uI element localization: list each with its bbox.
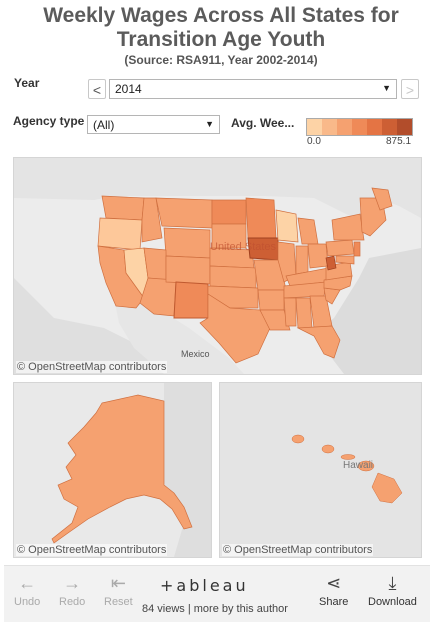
views-author-link[interactable]: 84 views | more by this author <box>142 603 288 615</box>
share-icon: ⋖ <box>326 573 342 593</box>
agency-type-label: Agency type <box>13 114 85 128</box>
legend-swatch <box>367 119 382 135</box>
legend-swatch <box>397 119 412 135</box>
map-attribution[interactable]: © OpenStreetMap contributors <box>16 544 168 556</box>
hawaii-map[interactable]: Hawaii © OpenStreetMap contributors <box>219 382 422 558</box>
legend-swatch <box>337 119 352 135</box>
main-map[interactable]: United States Mexico © OpenStreetMap con… <box>13 157 422 375</box>
state-wa <box>101 195 145 221</box>
legend-title: Avg. Wee... <box>231 116 295 130</box>
legend-min: 0.0 <box>307 136 321 147</box>
map-label-mexico: Mexico <box>181 349 210 359</box>
year-label: Year <box>14 76 40 90</box>
share-label: Share <box>319 596 349 608</box>
state-or <box>97 217 143 251</box>
tableau-logo[interactable]: +ableau <box>160 576 249 595</box>
reset-icon: ⇤ <box>110 573 126 593</box>
state-pa <box>325 239 355 257</box>
state-ut <box>143 247 167 281</box>
legend-swatch <box>322 119 337 135</box>
legend-max: 875.1 <box>386 136 412 147</box>
map-canvas: United States Mexico <box>14 158 421 374</box>
undo-icon: ← <box>18 573 37 593</box>
year-select[interactable]: 2014 ▼ <box>109 79 397 99</box>
year-select-value: 2014 <box>115 82 142 96</box>
state-co <box>165 255 211 285</box>
reset-label: Reset <box>104 596 133 608</box>
island-kauai <box>291 434 305 444</box>
agency-type-value: (All) <box>93 118 115 132</box>
title-line-2: Transition Age Youth <box>116 28 326 51</box>
state-nd <box>211 199 247 225</box>
agency-type-select[interactable]: (All) ▼ <box>87 115 220 134</box>
state-in <box>295 245 309 275</box>
state-wv <box>325 255 337 271</box>
map-attribution[interactable]: © OpenStreetMap contributors <box>16 361 168 373</box>
alaska-map[interactable]: © OpenStreetMap contributors <box>13 382 212 558</box>
map-label-us-1: United States <box>210 241 277 253</box>
state-oh <box>307 243 329 269</box>
state-ms <box>283 297 297 327</box>
state-wy <box>163 227 211 259</box>
redo-label: Redo <box>59 596 86 608</box>
redo-button[interactable]: → Redo <box>59 574 85 608</box>
legend-swatch <box>382 119 397 135</box>
chevron-down-icon: ▼ <box>382 83 391 93</box>
title-line-1: Weekly Wages Across All States for <box>43 4 399 27</box>
download-button[interactable]: ⤓ Download <box>368 574 417 608</box>
redo-icon: → <box>63 573 82 593</box>
dashboard-title: Weekly Wages Across All States for Trans… <box>0 4 442 68</box>
reset-button[interactable]: ⇤ Reset <box>104 574 133 608</box>
download-icon: ⤓ <box>388 573 397 593</box>
map-label-hawaii: Hawaii <box>343 460 373 471</box>
state-wi <box>275 209 299 243</box>
undo-label: Undo <box>14 596 41 608</box>
alaska-canvas <box>14 383 211 557</box>
island-molokai <box>340 454 356 460</box>
map-attribution[interactable]: © OpenStreetMap contributors <box>222 544 374 556</box>
state-ar <box>257 289 285 311</box>
download-label: Download <box>368 596 417 608</box>
state-mt <box>155 197 213 229</box>
island-oahu <box>321 444 335 454</box>
color-legend <box>306 118 413 136</box>
chevron-down-icon: ▼ <box>205 119 214 129</box>
tableau-toolbar: ← Undo → Redo ⇤ Reset +ableau 84 views |… <box>4 565 430 622</box>
legend-swatch <box>352 119 367 135</box>
state-al <box>295 297 313 329</box>
title-subtitle: (Source: RSA911, Year 2002-2014) <box>124 53 318 67</box>
hawaii-canvas: Hawaii <box>220 383 421 557</box>
state-ks <box>209 265 257 289</box>
state-mn <box>245 197 277 239</box>
year-prev-button[interactable]: < <box>88 79 106 99</box>
state-nm <box>173 281 209 319</box>
state-nj <box>353 241 361 257</box>
share-button[interactable]: ⋖ Share <box>319 574 348 608</box>
legend-swatch <box>307 119 322 135</box>
undo-button[interactable]: ← Undo <box>14 574 40 608</box>
year-next-button[interactable]: > <box>401 79 419 99</box>
